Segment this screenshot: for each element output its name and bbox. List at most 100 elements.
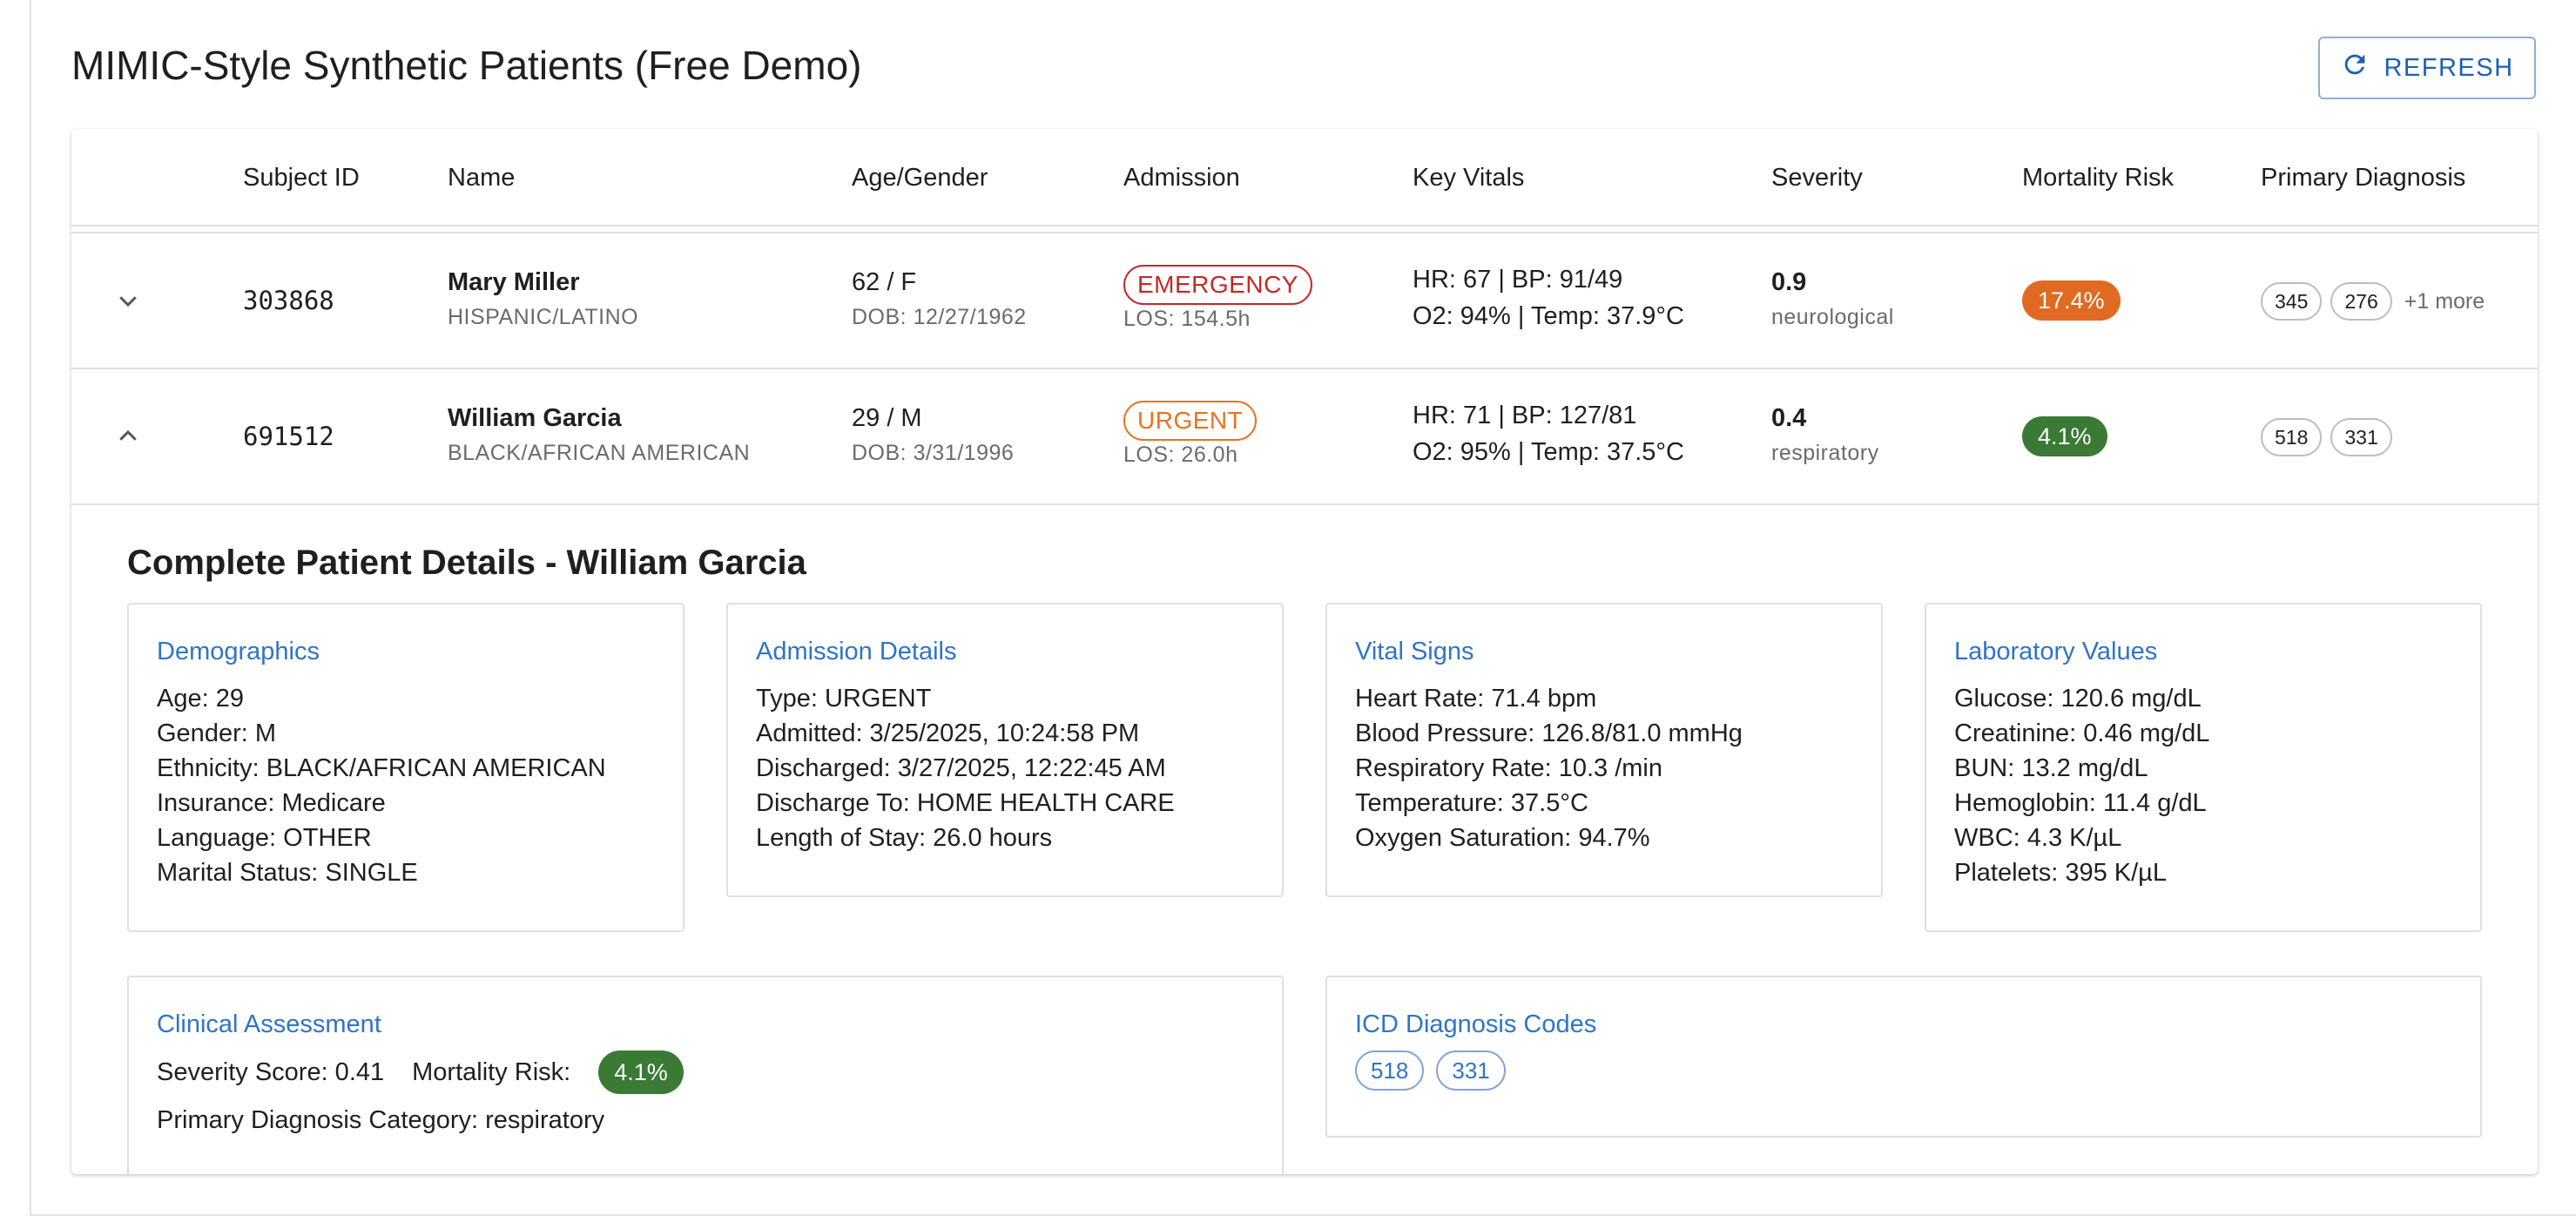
header-key-vitals[interactable]: Key Vitals bbox=[1413, 164, 1524, 193]
header-mortality-risk[interactable]: Mortality Risk bbox=[2022, 164, 2174, 193]
detail-line: Marital Status: SINGLE bbox=[157, 859, 418, 887]
patient-name: Mary Miller bbox=[448, 268, 580, 296]
panel-lines: Heart Rate: 71.4 bpm Blood Pressure: 126… bbox=[1355, 681, 1743, 855]
vitals-line-1: HR: 67 | BP: 91/49 bbox=[1413, 266, 1623, 294]
detail-line: Heart Rate: 71.4 bpm bbox=[1355, 685, 1597, 713]
detail-line: Glucose: 120.6 mg/dL bbox=[1954, 685, 2202, 713]
panel-lines: Glucose: 120.6 mg/dL Creatinine: 0.46 mg… bbox=[1954, 681, 2209, 890]
detail-line: Discharged: 3/27/2025, 12:22:45 AM bbox=[756, 754, 1166, 782]
refresh-label: REFRESH bbox=[2384, 53, 2514, 82]
header-severity[interactable]: Severity bbox=[1771, 164, 1863, 193]
panel-title: Vital Signs bbox=[1355, 638, 1474, 665]
severity-score: 0.9 bbox=[1771, 268, 1807, 296]
admission-type-chip: EMERGENCY bbox=[1123, 265, 1312, 305]
diagnosis-category: respiratory bbox=[1771, 441, 1879, 465]
clinical-assessment-panel: Clinical Assessment Severity Score: 0.41… bbox=[127, 976, 1284, 1174]
demographics-panel: Demographics Age: 29 Gender: M Ethnicity… bbox=[127, 603, 684, 932]
table-row[interactable]: 303868 Mary Miller HISPANIC/LATINO 62 / … bbox=[71, 235, 2538, 369]
detail-line: Blood Pressure: 126.8/81.0 mmHg bbox=[1355, 719, 1743, 747]
table-header: Subject ID Name Age/Gender Admission Key… bbox=[71, 129, 2538, 226]
diagnosis-chip: 276 bbox=[2330, 282, 2392, 321]
panel-title: ICD Diagnosis Codes bbox=[1355, 1010, 1597, 1038]
header-divider bbox=[71, 232, 2538, 233]
mortality-risk-label: Mortality Risk: bbox=[412, 1057, 571, 1086]
mortality-risk-badge: 4.1% bbox=[598, 1050, 684, 1094]
header-primary-diagnosis[interactable]: Primary Diagnosis bbox=[2261, 164, 2465, 193]
patients-table: Subject ID Name Age/Gender Admission Key… bbox=[71, 129, 2538, 1174]
key-vitals: HR: 67 | BP: 91/49 O2: 94% | Temp: 37.9°… bbox=[1413, 261, 1684, 334]
panel-title: Demographics bbox=[157, 638, 320, 665]
detail-line: Creatinine: 0.46 mg/dL bbox=[1954, 719, 2210, 747]
detail-line: Admitted: 3/25/2025, 10:24:58 PM bbox=[756, 719, 1140, 747]
detail-line: Gender: M bbox=[157, 719, 276, 747]
detail-line: WBC: 4.3 K/µL bbox=[1954, 824, 2122, 852]
key-vitals: HR: 71 | BP: 127/81 O2: 95% | Temp: 37.5… bbox=[1413, 397, 1684, 470]
severity-score: 0.4 bbox=[1771, 404, 1807, 432]
detail-line: Language: OTHER bbox=[157, 824, 372, 852]
detail-line: Insurance: Medicare bbox=[157, 789, 386, 817]
detail-line: Platelets: 395 K/µL bbox=[1954, 859, 2168, 887]
header-name[interactable]: Name bbox=[448, 164, 515, 193]
mortality-risk-badge: 17.4% bbox=[2022, 280, 2121, 321]
diagnosis-chips: 345 276 +1 more bbox=[2261, 282, 2485, 321]
diagnosis-chips: 518 331 bbox=[2261, 418, 2392, 456]
diagnosis-chip: 345 bbox=[2261, 282, 2323, 321]
refresh-icon bbox=[2340, 50, 2370, 86]
vitals-line-2: O2: 94% | Temp: 37.9°C bbox=[1413, 302, 1684, 330]
vital-signs-panel: Vital Signs Heart Rate: 71.4 bpm Blood P… bbox=[1325, 603, 1883, 897]
detail-line: Temperature: 37.5°C bbox=[1355, 789, 1588, 817]
diagnosis-chip: 518 bbox=[2261, 418, 2323, 456]
diagnosis-category: neurological bbox=[1771, 305, 1894, 329]
mortality-risk-badge: 4.1% bbox=[2022, 416, 2107, 456]
table-row[interactable]: 691512 William Garcia BLACK/AFRICAN AMER… bbox=[71, 371, 2538, 505]
patient-details: Complete Patient Details - William Garci… bbox=[71, 505, 2538, 1174]
details-title: Complete Patient Details - William Garci… bbox=[127, 544, 806, 582]
length-of-stay: LOS: 154.5h bbox=[1123, 307, 1251, 331]
panel-title: Admission Details bbox=[756, 638, 957, 665]
icd-chips: 518 331 bbox=[1355, 1050, 1506, 1091]
detail-line: Type: URGENT bbox=[756, 685, 932, 713]
dob: DOB: 12/27/1962 bbox=[852, 305, 1027, 329]
age-gender: 29 / M bbox=[852, 404, 922, 432]
diagnosis-more: +1 more bbox=[2404, 288, 2485, 314]
header-subject-id[interactable]: Subject ID bbox=[243, 164, 360, 193]
panel-lines: Type: URGENT Admitted: 3/25/2025, 10:24:… bbox=[756, 681, 1175, 855]
admission-details-panel: Admission Details Type: URGENT Admitted:… bbox=[726, 603, 1284, 897]
patient-ethnicity: BLACK/AFRICAN AMERICAN bbox=[448, 441, 751, 465]
detail-line: Oxygen Saturation: 94.7% bbox=[1355, 824, 1650, 852]
panel-title: Laboratory Values bbox=[1954, 638, 2158, 665]
clinical-severity-row: Severity Score: 0.41 Mortality Risk: 4.1… bbox=[157, 1050, 684, 1094]
subject-id: 303868 bbox=[243, 286, 334, 315]
page-title: MIMIC-Style Synthetic Patients (Free Dem… bbox=[71, 43, 862, 88]
header-age-gender[interactable]: Age/Gender bbox=[852, 164, 988, 193]
chevron-up-icon[interactable] bbox=[115, 423, 141, 449]
patient-ethnicity: HISPANIC/LATINO bbox=[448, 305, 639, 329]
detail-line: Respiratory Rate: 10.3 /min bbox=[1355, 754, 1662, 782]
icd-codes-panel: ICD Diagnosis Codes 518 331 bbox=[1325, 976, 2482, 1138]
panel-lines: Age: 29 Gender: M Ethnicity: BLACK/AFRIC… bbox=[157, 681, 606, 890]
primary-category-text: Primary Diagnosis Category: respiratory bbox=[157, 1106, 605, 1134]
admission-type-chip: URGENT bbox=[1123, 401, 1258, 441]
laboratory-values-panel: Laboratory Values Glucose: 120.6 mg/dL C… bbox=[1925, 603, 2482, 932]
detail-line: Discharge To: HOME HEALTH CARE bbox=[756, 789, 1175, 817]
panel-title: Clinical Assessment bbox=[157, 1010, 381, 1038]
dob: DOB: 3/31/1996 bbox=[852, 441, 1015, 465]
severity-score-text: Severity Score: 0.41 bbox=[157, 1057, 385, 1086]
header-admission[interactable]: Admission bbox=[1123, 164, 1240, 193]
detail-line: Length of Stay: 26.0 hours bbox=[756, 824, 1053, 852]
subject-id: 691512 bbox=[243, 422, 334, 451]
patient-name: William Garcia bbox=[448, 404, 622, 432]
length-of-stay: LOS: 26.0h bbox=[1123, 442, 1238, 467]
detail-line: Ethnicity: BLACK/AFRICAN AMERICAN bbox=[157, 754, 606, 782]
refresh-button[interactable]: REFRESH bbox=[2318, 37, 2536, 99]
chevron-down-icon[interactable] bbox=[115, 287, 141, 314]
detail-line: BUN: 13.2 mg/dL bbox=[1954, 754, 2148, 782]
detail-line: Age: 29 bbox=[157, 685, 244, 713]
vitals-line-1: HR: 71 | BP: 127/81 bbox=[1413, 402, 1637, 429]
vitals-line-2: O2: 95% | Temp: 37.5°C bbox=[1413, 438, 1684, 466]
diagnosis-chip: 331 bbox=[2330, 418, 2392, 456]
primary-category-row: Primary Diagnosis Category: respiratory bbox=[157, 1106, 604, 1135]
icd-code-chip[interactable]: 331 bbox=[1436, 1050, 1506, 1091]
detail-line: Hemoglobin: 11.4 g/dL bbox=[1954, 789, 2207, 817]
icd-code-chip[interactable]: 518 bbox=[1355, 1050, 1425, 1091]
